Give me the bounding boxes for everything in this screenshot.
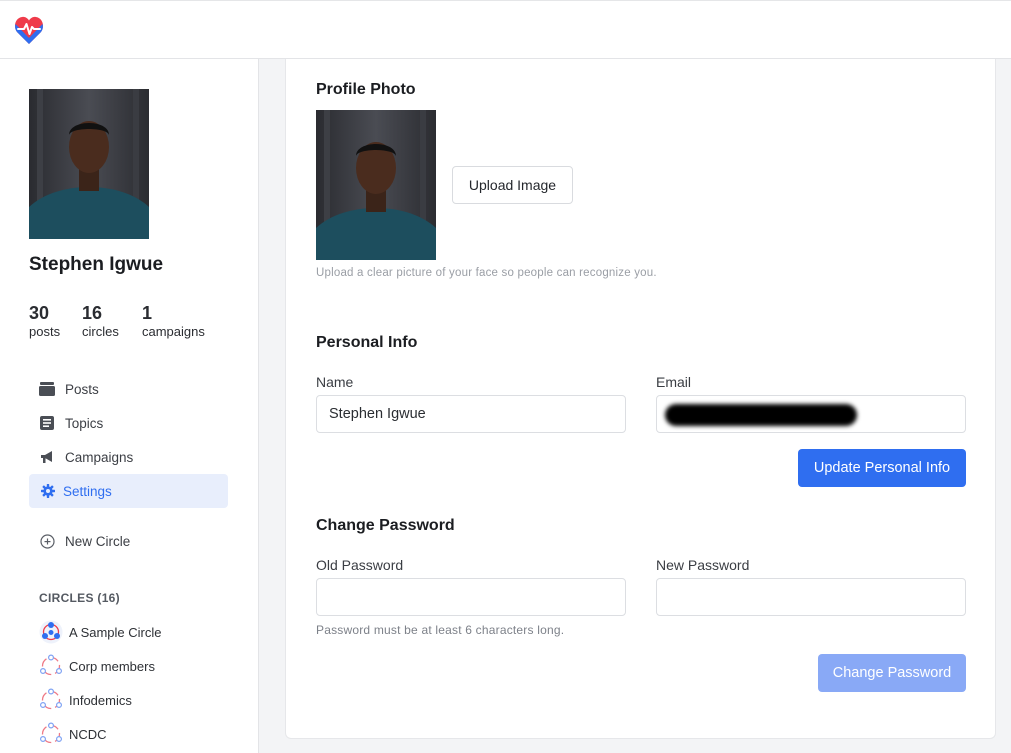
sidebar-item-label: Posts	[65, 381, 99, 397]
circle-item-label: Corp members	[69, 658, 155, 674]
gear-icon	[40, 483, 56, 499]
password-hint: Password must be at least 6 characters l…	[316, 623, 565, 637]
old-password-label: Old Password	[316, 557, 404, 573]
megaphone-icon	[39, 449, 55, 465]
top-bar	[0, 0, 1011, 59]
circle-item[interactable]: Infodemics	[39, 688, 132, 712]
stat-label: posts	[29, 324, 61, 339]
sidebar-item-campaigns[interactable]: Campaigns	[29, 440, 228, 474]
heart-pulse-icon[interactable]	[14, 14, 44, 46]
stat-value: 30	[29, 303, 50, 323]
circle-item-label: A Sample Circle	[69, 624, 162, 640]
sidebar-item-topics[interactable]: Topics	[29, 406, 228, 440]
name-field[interactable]: Stephen Igwue	[316, 395, 626, 433]
profile-photo-title: Profile Photo	[316, 81, 416, 98]
sidebar-item-label: Campaigns	[65, 449, 134, 465]
stat-value: 1	[142, 303, 153, 323]
change-password-title: Change Password	[316, 517, 455, 534]
sidebar-item-settings[interactable]: Settings	[29, 474, 228, 508]
profile-photo	[316, 110, 436, 260]
circle-item[interactable]: A Sample Circle	[39, 620, 161, 644]
sidebar-item-posts[interactable]: Posts	[29, 372, 228, 406]
inbox-tray-icon	[39, 381, 55, 397]
name-label: Name	[316, 374, 354, 390]
stat-posts[interactable]: 30 posts	[29, 303, 60, 339]
new-circle-label: New Circle	[65, 533, 131, 549]
photo-hint: Upload a clear picture of your face so p…	[316, 267, 657, 279]
circle-item[interactable]: NCDC	[39, 722, 107, 746]
user-name: Stephen Igwue	[29, 254, 164, 275]
sidebar-item-label: Settings	[63, 483, 112, 499]
circle-avatar-icon	[39, 688, 63, 712]
circle-avatar-icon	[39, 620, 63, 644]
email-field[interactable]	[656, 395, 966, 433]
document-list-icon	[39, 415, 55, 431]
update-personal-info-button[interactable]: Update Personal Info	[798, 449, 966, 487]
upload-image-button[interactable]: Upload Image	[452, 166, 573, 204]
stat-label: campaigns	[142, 324, 205, 339]
stat-label: circles	[82, 324, 119, 339]
stat-value: 16	[82, 303, 103, 323]
circle-avatar-icon	[39, 654, 63, 678]
circle-avatar-icon	[39, 722, 63, 746]
circle-item-label: NCDC	[69, 726, 107, 742]
stat-circles[interactable]: 16 circles	[82, 303, 119, 339]
sidebar: Stephen Igwue 30 posts 16 circles 1 camp…	[0, 59, 259, 753]
new-password-label: New Password	[656, 557, 750, 573]
new-password-field[interactable]	[656, 578, 966, 616]
email-label: Email	[656, 374, 692, 390]
change-password-button[interactable]: Change Password	[818, 654, 966, 692]
circles-heading: CIRCLES (16)	[39, 591, 120, 605]
settings-card: Profile Photo Upload Image Upload a clea…	[285, 59, 996, 739]
avatar[interactable]	[29, 89, 149, 239]
stat-campaigns[interactable]: 1 campaigns	[142, 303, 205, 339]
redaction-mark	[665, 404, 857, 426]
old-password-field[interactable]	[316, 578, 626, 616]
new-circle-button[interactable]: New Circle	[29, 524, 228, 558]
circle-item-label: Infodemics	[69, 692, 132, 708]
personal-info-title: Personal Info	[316, 334, 418, 351]
sidebar-item-label: Topics	[65, 415, 104, 431]
circle-item[interactable]: Corp members	[39, 654, 155, 678]
plus-circle-icon	[39, 533, 55, 549]
